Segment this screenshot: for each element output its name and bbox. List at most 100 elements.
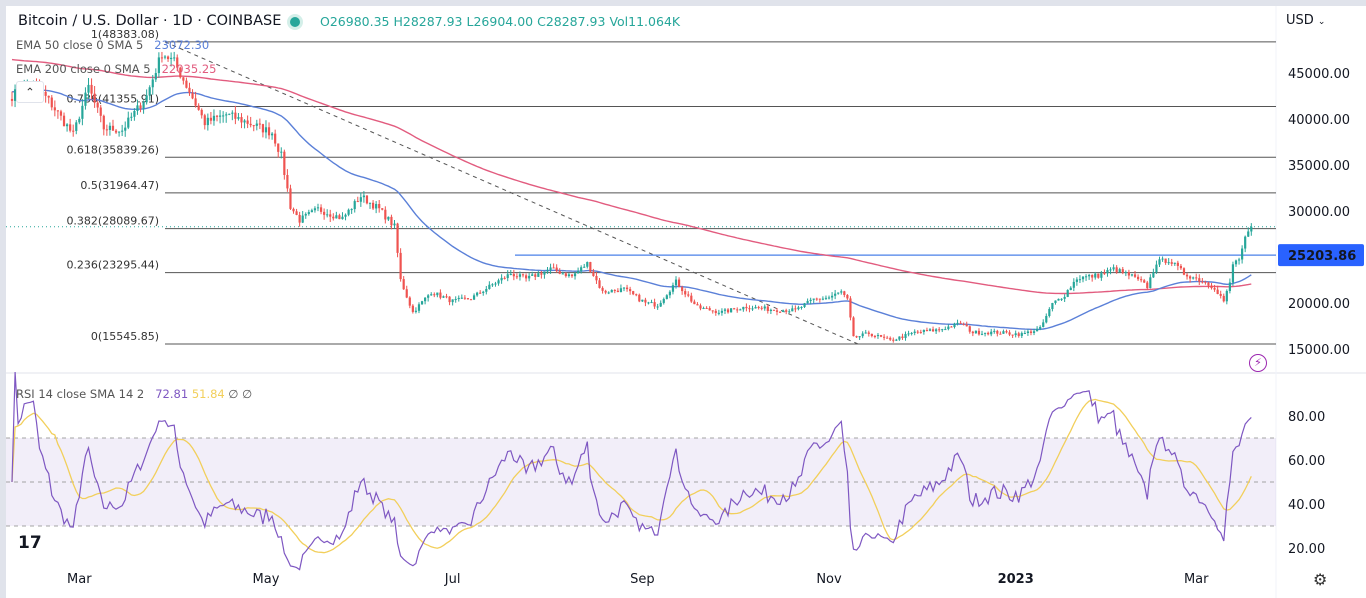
candle — [521, 274, 525, 276]
candle — [1176, 262, 1179, 266]
candle — [607, 292, 610, 294]
candle — [1219, 293, 1222, 296]
candle — [316, 207, 320, 209]
candle — [350, 209, 353, 211]
candle — [114, 130, 118, 133]
candle — [928, 329, 932, 331]
candle — [748, 308, 751, 310]
candle — [75, 122, 78, 131]
currency-selector[interactable]: USD ⌄ — [1286, 13, 1325, 28]
candle — [121, 130, 124, 132]
candle — [622, 287, 626, 289]
candle — [1161, 258, 1164, 260]
ema50-value: 23072.30 — [154, 38, 210, 52]
candle — [1109, 269, 1112, 271]
candle — [145, 95, 148, 103]
candle — [185, 80, 188, 88]
candle — [160, 57, 164, 59]
candle — [580, 267, 583, 272]
candle — [466, 298, 470, 300]
price-tick-label: 45000.00 — [1288, 67, 1350, 82]
candle — [760, 307, 763, 309]
candle — [200, 109, 203, 116]
ema200-legend[interactable]: EMA 200 close 0 SMA 5 22035.25 — [16, 62, 216, 76]
candle — [665, 295, 668, 299]
candle — [405, 289, 408, 298]
tradingview-logo[interactable]: 17 — [18, 533, 42, 553]
candle — [222, 115, 225, 117]
candle — [1167, 262, 1170, 264]
candle — [1097, 273, 1100, 278]
candle — [647, 302, 650, 304]
candle — [586, 262, 589, 267]
candle — [390, 216, 393, 226]
candle — [1063, 296, 1066, 299]
symbol-title[interactable]: Bitcoin / U.S. Dollar · 1D · COINBASE — [18, 13, 281, 29]
candle — [445, 296, 448, 298]
candle — [1091, 274, 1094, 278]
candle — [1106, 269, 1109, 274]
candle — [518, 274, 522, 277]
candle — [625, 287, 629, 290]
candle — [1042, 322, 1045, 327]
candle — [1149, 277, 1152, 288]
candle — [987, 332, 990, 335]
ema200-label: EMA 200 close 0 SMA 5 — [16, 62, 151, 76]
candle — [252, 125, 255, 127]
candle — [482, 291, 485, 293]
candle — [430, 294, 433, 296]
candle — [1158, 259, 1161, 265]
rsi-legend[interactable]: RSI 14 close SMA 14 2 72.81 51.84 ∅ ∅ — [16, 387, 252, 401]
ema50-legend[interactable]: EMA 50 close 0 SMA 5 23072.30 — [16, 38, 209, 52]
candle — [414, 310, 418, 312]
candle — [1140, 279, 1143, 281]
lightning-icon[interactable]: ⚡ — [1249, 354, 1267, 372]
candle — [968, 326, 971, 332]
settings-gear-icon[interactable]: ⚙ — [1313, 570, 1327, 589]
candle — [127, 117, 130, 128]
candle — [898, 336, 901, 340]
volume-value: Vol11.064K — [609, 14, 681, 29]
candle — [442, 296, 445, 298]
candle — [938, 329, 941, 331]
candle — [641, 299, 644, 302]
candle — [821, 298, 824, 300]
candle — [218, 115, 222, 117]
candle — [904, 334, 907, 339]
candle — [512, 273, 515, 277]
candle — [659, 302, 662, 307]
price-tick-label: 30000.00 — [1288, 205, 1350, 220]
candle — [1121, 269, 1124, 273]
candle — [50, 97, 53, 108]
rsi-tick-label: 60.00 — [1288, 454, 1325, 469]
candle — [277, 143, 280, 152]
candle — [188, 87, 191, 93]
time-tick-label: Jul — [444, 572, 461, 587]
candle — [763, 306, 766, 309]
candle — [59, 111, 63, 116]
candle — [341, 216, 344, 220]
candle — [965, 324, 968, 327]
chart-canvas[interactable]: 45000.00 40000.00 35000.00 30000.00 20000.00… — [0, 0, 1366, 598]
candle — [356, 201, 359, 203]
candle — [983, 332, 987, 334]
candle — [775, 310, 779, 312]
candle — [677, 279, 681, 288]
candle — [837, 292, 840, 294]
candle — [1207, 282, 1210, 286]
candle — [362, 195, 365, 198]
candle — [47, 95, 50, 98]
candle — [573, 273, 577, 277]
candle — [769, 309, 772, 312]
time-tick-label: Sep — [630, 572, 655, 587]
candle — [650, 302, 653, 304]
candle — [182, 77, 185, 81]
candle — [203, 115, 206, 126]
candle — [745, 306, 748, 309]
candle — [1081, 276, 1085, 280]
candle — [225, 114, 228, 116]
candle — [809, 299, 812, 301]
candle — [338, 215, 341, 220]
collapse-legend-button[interactable]: ⌃ — [16, 81, 44, 103]
candle — [791, 308, 794, 312]
